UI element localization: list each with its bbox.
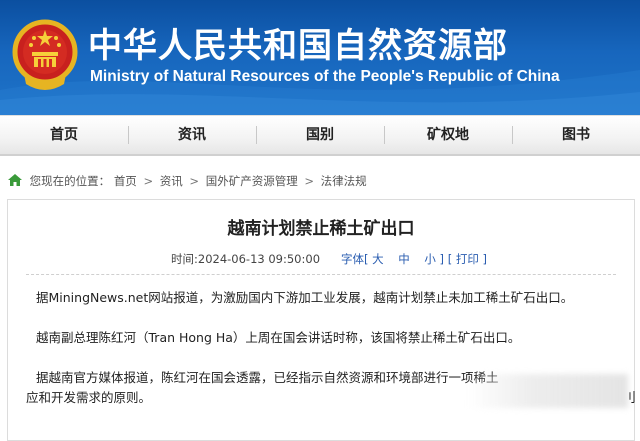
national-emblem-icon [12, 19, 78, 90]
edge-glyph: 刂 [622, 391, 636, 406]
main-nav: 首页 资讯 国别 矿权地 图书 [0, 115, 640, 156]
breadcrumb-link-laws[interactable]: 法律法规 [321, 174, 367, 188]
breadcrumb-prefix: 您现在的位置： [29, 174, 111, 188]
font-size-small-link[interactable]: 小 [424, 252, 436, 266]
breadcrumb-separator: > [304, 174, 315, 188]
breadcrumb-link-foreign-mineral-management[interactable]: 国外矿产资源管理 [206, 174, 298, 188]
font-size-controls: 字体[ 大 中 小 ] [ 打印 ] [341, 252, 488, 266]
blur-overlay [468, 374, 628, 408]
breadcrumb-separator: > [189, 174, 200, 188]
breadcrumb-link-home[interactable]: 首页 [114, 174, 137, 188]
breadcrumb: 您现在的位置： 首页 > 资讯 > 国外矿产资源管理 > 法律法规 [8, 170, 367, 192]
nav-item-home[interactable]: 首页 [0, 116, 128, 154]
article-paragraph-line: 据越南官方媒体报道，陈红河在国会透露，已经指示自然资源和环境部进行一项稀土 [36, 370, 499, 385]
breadcrumb-link-news[interactable]: 资讯 [160, 174, 183, 188]
home-icon [8, 174, 22, 186]
article-time: 时间:2024-06-13 09:50:00 [171, 252, 321, 266]
nav-item-books[interactable]: 图书 [512, 116, 640, 154]
article-paragraph: 越南副总理陈红河（Tran Hong Ha）上周在国会讲话时称，该国将禁止稀土矿… [36, 330, 521, 345]
breadcrumb-separator: > [143, 174, 154, 188]
article-title: 越南计划禁止稀土矿出口 [227, 219, 415, 239]
font-size-large-link[interactable]: 大 [372, 252, 384, 266]
site-title-zh: 中华人民共和国自然资源部 [88, 26, 508, 66]
font-size-medium-link[interactable]: 中 [398, 252, 410, 266]
font-size-label: 字体 [341, 252, 364, 266]
article-paragraph: 据MiningNews.net网站报道，为激励国内下游加工业发展，越南计划禁止未… [36, 290, 574, 305]
nav-item-news[interactable]: 资讯 [128, 116, 256, 154]
title-divider [26, 274, 616, 275]
nav-item-mining-rights[interactable]: 矿权地 [384, 116, 512, 154]
nav-item-countries[interactable]: 国别 [256, 116, 384, 154]
print-link[interactable]: 打印 [456, 252, 479, 266]
article-paragraph-line: 应和开发需求的原则。 [26, 390, 152, 405]
site-header: 中华人民共和国自然资源部 Ministry of Natural Resourc… [0, 0, 640, 115]
site-title-en: Ministry of Natural Resources of the Peo… [90, 68, 560, 85]
article-panel: 越南计划禁止稀土矿出口 时间:2024-06-13 09:50:00 字体[ 大… [7, 199, 635, 441]
